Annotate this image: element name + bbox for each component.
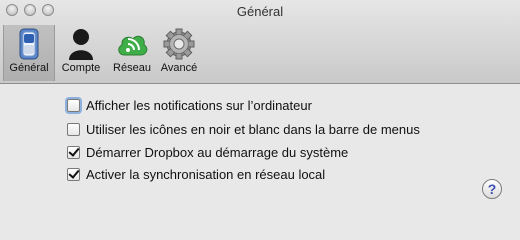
checkbox[interactable] [67,98,80,112]
option-lan-sync[interactable]: Activer la synchronisation en réseau loc… [67,165,325,183]
window-title: Général [236,4,284,19]
toolbar-item-network[interactable]: Réseau [106,25,158,81]
toolbar-item-general[interactable]: Général [3,25,55,81]
checkbox[interactable] [67,122,80,136]
advanced-gear-icon [163,27,195,66]
checkbox-label: Afficher les notifications sur l’ordinat… [86,97,312,113]
preferences-window: Général Général Compte Réseau Avancé Aff… [0,0,520,219]
checkbox-label: Utiliser les icônes en noir et blanc dan… [86,121,420,137]
option-start-on-boot[interactable]: Démarrer Dropbox au démarrage du système [67,143,348,161]
checkbox-label: Activer la synchronisation en réseau loc… [86,166,326,182]
toolbar-item-advanced[interactable]: Avancé [153,25,205,81]
toolbar-item-label: Général [9,62,49,74]
general-switch-icon [14,27,44,66]
checkbox[interactable] [67,145,80,159]
toolbar-item-label: Compte [61,62,101,74]
option-monochrome-icons[interactable]: Utiliser les icônes en noir et blanc dan… [67,120,420,138]
toolbar: Général Général Compte Réseau Avancé [0,0,520,84]
toolbar-item-label: Réseau [113,62,151,74]
checkbox-label: Démarrer Dropbox au démarrage du système [86,144,349,160]
checkbox[interactable] [67,167,80,181]
account-person-icon [66,27,96,66]
general-pane: Afficher les notifications sur l’ordinat… [0,84,520,219]
option-show-notifications[interactable]: Afficher les notifications sur l’ordinat… [67,96,312,114]
toolbar-item-account[interactable]: Compte [55,25,107,81]
toolbar-item-label: Avancé [160,62,198,74]
help-button[interactable]: ? [482,179,502,199]
network-icon [116,27,148,66]
